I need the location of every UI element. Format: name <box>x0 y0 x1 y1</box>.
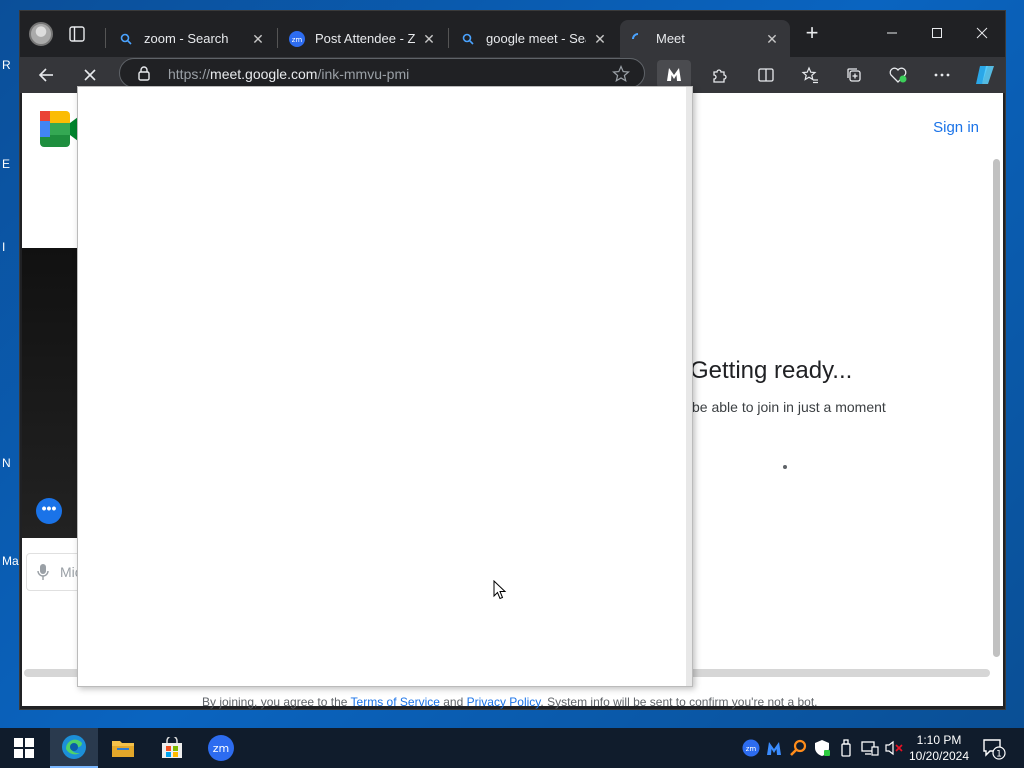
vertical-scrollbar[interactable] <box>993 159 1000 657</box>
tab-post-attendee[interactable]: zm Post Attendee - Zoom ✕ <box>279 20 447 57</box>
desktop-icon-label: N <box>2 456 11 470</box>
profile-avatar-icon[interactable] <box>29 22 53 46</box>
mouse-cursor-icon <box>493 579 507 600</box>
more-options-icon[interactable] <box>931 64 953 86</box>
malwarebytes-tray-icon[interactable] <box>765 739 783 757</box>
stop-loading-icon[interactable] <box>79 64 101 86</box>
lock-icon[interactable] <box>136 65 152 81</box>
clock-date: 10/20/2024 <box>908 749 970 763</box>
zoom-taskbar-icon[interactable]: zm <box>197 728 245 768</box>
loading-spinner-icon <box>783 465 787 469</box>
tab-divider <box>277 28 278 48</box>
ready-subtitle: be able to join in just a moment <box>692 399 886 415</box>
desktop-icon-label: R <box>2 58 11 72</box>
collections-icon[interactable] <box>843 64 865 86</box>
popup-edge <box>686 87 692 686</box>
svg-text:zm: zm <box>292 36 303 44</box>
tab-google-meet-search[interactable]: google meet - Search ✕ <box>450 20 618 57</box>
close-icon[interactable]: ✕ <box>421 31 437 47</box>
usb-device-tray-icon[interactable] <box>837 739 855 757</box>
svg-text:zm: zm <box>746 745 757 753</box>
microphone-icon <box>36 563 50 581</box>
address-bar[interactable]: https://meet.google.com/ink-mmvu-pmi <box>119 58 645 88</box>
minimize-button[interactable] <box>870 19 914 47</box>
search-icon <box>118 31 134 47</box>
favorite-star-icon[interactable] <box>612 64 630 83</box>
security-tray-icon[interactable] <box>813 739 831 757</box>
microsoft-store-taskbar-icon[interactable] <box>148 728 196 768</box>
tab-divider <box>448 28 449 48</box>
close-icon[interactable]: ✕ <box>250 31 266 47</box>
notification-center-icon[interactable]: 1 <box>982 738 1006 760</box>
tab-divider <box>105 28 106 48</box>
svg-text:zm: zm <box>213 742 230 755</box>
close-icon[interactable]: ✕ <box>764 31 780 47</box>
join-disclaimer: By joining, you agree to the Terms of Se… <box>202 695 818 709</box>
window-close-button[interactable] <box>960 19 1004 47</box>
sign-in-link[interactable]: Sign in <box>933 119 979 136</box>
tab-actions-icon[interactable] <box>68 25 86 43</box>
more-options-button[interactable]: ••• <box>36 498 62 524</box>
desktop-icon-label: Ma <box>2 554 19 568</box>
malwarebytes-extension-icon[interactable] <box>657 60 691 88</box>
url-text: https://meet.google.com/ink-mmvu-pmi <box>168 66 410 82</box>
favorites-icon[interactable] <box>799 64 821 86</box>
meet-loading-icon <box>630 31 646 47</box>
taskbar: zm zm 1:10 PM 10/20/2024 1 <box>0 728 1024 768</box>
zoom-icon: zm <box>289 30 305 47</box>
back-icon[interactable] <box>35 64 57 86</box>
search-tray-icon[interactable] <box>789 739 807 757</box>
clock-time: 1:10 PM <box>916 733 962 747</box>
tab-label: zoom - Search <box>144 31 229 46</box>
extensions-icon[interactable] <box>708 64 730 86</box>
browser-essentials-icon[interactable] <box>887 64 909 86</box>
tab-label: google meet - Search <box>486 31 586 46</box>
windows-start-icon[interactable] <box>14 738 34 758</box>
split-screen-icon[interactable] <box>755 64 777 86</box>
zoom-tray-icon[interactable]: zm <box>742 739 760 757</box>
ready-title: Getting ready... <box>690 357 853 384</box>
tab-label: Meet <box>656 31 685 46</box>
network-tray-icon[interactable] <box>861 739 879 757</box>
volume-muted-tray-icon[interactable] <box>885 739 903 757</box>
privacy-policy-link[interactable]: Privacy Policy <box>467 695 541 709</box>
notification-count: 1 <box>996 750 1002 760</box>
tab-bar: zoom - Search ✕ zm Post Attendee - Zoom … <box>20 11 1005 57</box>
desktop-icon-label: I <box>2 240 6 254</box>
edge-taskbar-icon[interactable] <box>50 728 98 768</box>
copilot-icon[interactable] <box>973 64 999 86</box>
maximize-button[interactable] <box>915 19 959 47</box>
blank-popup-window[interactable] <box>77 86 693 687</box>
terms-of-service-link[interactable]: Terms of Service <box>351 695 440 709</box>
new-tab-button[interactable]: + <box>801 22 823 45</box>
file-explorer-taskbar-icon[interactable] <box>99 728 147 768</box>
search-icon <box>460 31 476 47</box>
tab-zoom-search[interactable]: zoom - Search ✕ <box>108 20 276 57</box>
google-meet-logo <box>40 111 82 147</box>
tab-meet[interactable]: Meet ✕ <box>620 20 790 57</box>
system-clock[interactable]: 1:10 PM 10/20/2024 <box>905 732 973 764</box>
tab-label: Post Attendee - Zoom <box>315 31 415 46</box>
close-icon[interactable]: ✕ <box>592 31 608 47</box>
desktop-icon-label: E <box>2 157 11 171</box>
